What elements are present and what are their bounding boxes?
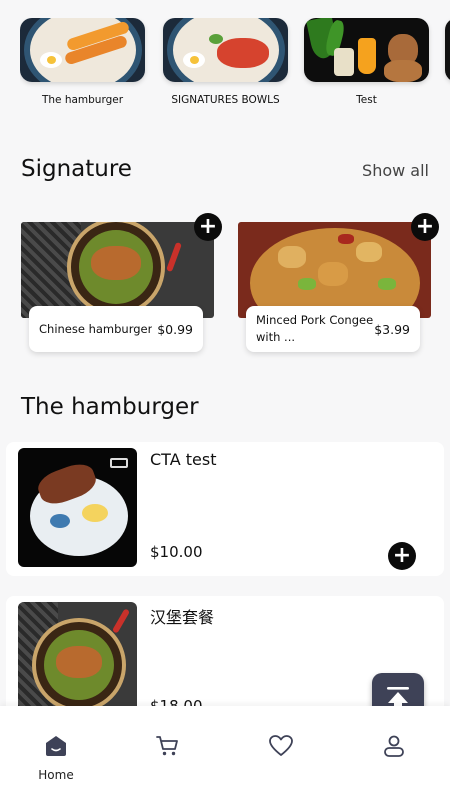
signature-image bbox=[238, 222, 431, 318]
category-card[interactable]: The hamburger bbox=[20, 18, 145, 106]
signature-price: $3.99 bbox=[374, 321, 410, 337]
nav-profile[interactable] bbox=[354, 734, 434, 762]
signature-card[interactable]: + Chinese hamburger $0.99 bbox=[21, 213, 222, 352]
add-to-cart-button[interactable]: + bbox=[388, 542, 416, 570]
arrow-up-to-top-icon bbox=[387, 687, 409, 706]
category-card[interactable]: Test bbox=[304, 18, 429, 106]
back-to-top-button[interactable] bbox=[372, 673, 424, 706]
add-to-cart-button[interactable]: + bbox=[194, 213, 222, 241]
category-carousel[interactable]: The hamburger SIGNATURES BOWLS Test bbox=[20, 18, 450, 118]
category-image bbox=[20, 18, 145, 82]
item-name: CTA test bbox=[150, 450, 217, 469]
nav-favorites[interactable] bbox=[241, 734, 321, 762]
heart-icon bbox=[269, 735, 293, 756]
signature-info: Chinese hamburger $0.99 bbox=[29, 306, 203, 352]
home-screen: The hamburger SIGNATURES BOWLS Test Sign… bbox=[0, 0, 450, 706]
cart-icon bbox=[156, 736, 178, 756]
section-title-list: The hamburger bbox=[21, 394, 199, 420]
item-image bbox=[18, 448, 137, 567]
item-price: $18.00 bbox=[150, 697, 203, 706]
signature-name: Chinese hamburger bbox=[39, 321, 153, 336]
bottom-nav: Home bbox=[0, 706, 450, 800]
show-all-link[interactable]: Show all bbox=[362, 161, 429, 180]
list-item[interactable]: CTA test $10.00 + bbox=[6, 442, 444, 576]
user-icon bbox=[384, 735, 404, 757]
nav-home[interactable]: Home bbox=[16, 734, 96, 782]
category-card[interactable]: SIGNATURES BOWLS bbox=[163, 18, 288, 106]
category-image bbox=[445, 18, 450, 82]
item-image bbox=[18, 602, 137, 706]
signature-image bbox=[21, 222, 214, 318]
signature-price: $0.99 bbox=[157, 321, 193, 337]
signature-name: Minced Pork Congee with ... bbox=[256, 313, 374, 344]
signature-card[interactable]: + Minced Pork Congee with ... $3.99 bbox=[238, 213, 439, 352]
category-image bbox=[163, 18, 288, 82]
category-card[interactable] bbox=[445, 18, 450, 82]
add-to-cart-button[interactable]: + bbox=[411, 213, 439, 241]
category-label: SIGNATURES BOWLS bbox=[171, 94, 280, 106]
category-label: Test bbox=[356, 94, 377, 106]
item-name: 汉堡套餐 bbox=[150, 608, 215, 627]
nav-home-label: Home bbox=[38, 768, 74, 782]
category-image bbox=[304, 18, 429, 82]
signature-info: Minced Pork Congee with ... $3.99 bbox=[246, 306, 420, 352]
nav-cart[interactable] bbox=[128, 734, 208, 762]
section-title-signature: Signature bbox=[21, 156, 132, 182]
category-label: The hamburger bbox=[41, 94, 124, 106]
item-price: $10.00 bbox=[150, 543, 203, 561]
home-icon bbox=[46, 736, 66, 756]
